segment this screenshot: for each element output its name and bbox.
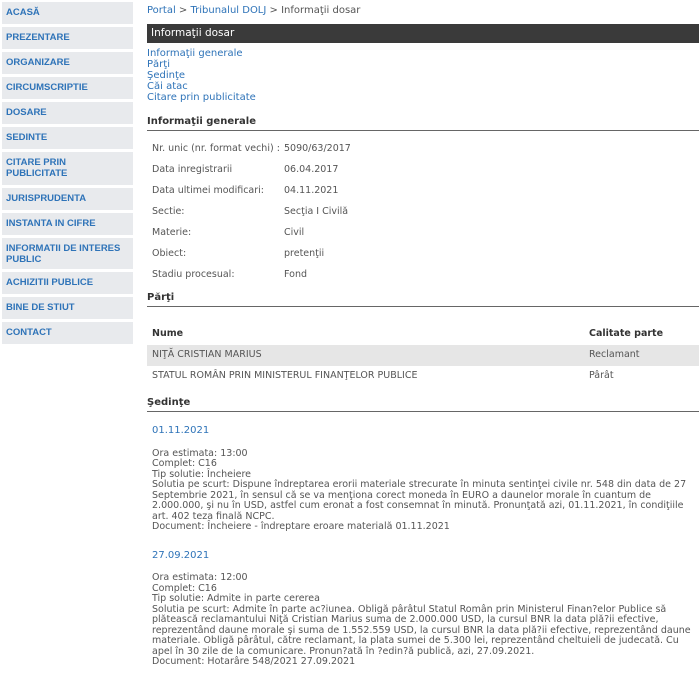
info-row: Materie: Civil <box>147 227 699 248</box>
parti-table: Nume Calitate parte NIŢĂ CRISTIAN MARIUS… <box>147 317 699 387</box>
breadcrumb-current: Informaţii dosar <box>281 5 361 16</box>
info-value: Secţia I Civilă <box>284 206 349 217</box>
info-key: Stadiu procesual: <box>152 269 235 280</box>
nav-informatii-interes-public[interactable]: INFORMATII DE INTERES PUBLIC <box>2 238 133 269</box>
info-key: Data inregistrarii <box>152 164 233 175</box>
nav-dosare[interactable]: DOSARE <box>2 102 133 124</box>
info-row: Stadiu procesual: Fond <box>147 269 699 290</box>
info-value: 04.11.2021 <box>284 185 339 196</box>
col-header-nume: Nume <box>152 328 184 339</box>
info-key: Nr. unic (nr. format vechi) : <box>152 143 280 154</box>
col-header-calitate: Calitate parte <box>589 328 664 339</box>
info-row: Sectie: Secţia I Civilă <box>147 206 699 227</box>
nav-citare[interactable]: CITARE PRIN PUBLICITATE <box>2 152 133 185</box>
sedinta-entry: 01.11.2021 Ora estimata: 13:00 Complet: … <box>147 425 699 533</box>
info-row: Obiect: pretenţii <box>147 248 699 269</box>
sedinta-solutie: Solutia pe scurt: Dispune îndreptarea er… <box>152 479 687 522</box>
link-sedinte[interactable]: Şedinţe <box>147 70 699 81</box>
page-title: Informaţii dosar <box>147 24 699 43</box>
info-key: Materie: <box>152 227 192 238</box>
sedinta-entry: 27.09.2021 Ora estimata: 12:00 Complet: … <box>147 549 699 668</box>
info-value: Civil <box>284 227 305 238</box>
party-role: Reclamant <box>584 345 699 366</box>
party-role: Pârât <box>589 370 614 381</box>
nav-jurisprudenta[interactable]: JURISPRUDENTA <box>2 188 133 210</box>
nav-achizitii-publice[interactable]: ACHIZITII PUBLICE <box>2 272 133 294</box>
sedinta-ora: Ora estimata: 13:00 <box>152 447 248 459</box>
link-informatii-generale[interactable]: Informaţii generale <box>147 48 699 59</box>
general-info-list: Nr. unic (nr. format vechi) : 5090/63/201… <box>147 143 699 290</box>
party-name: STATUL ROMÂN PRIN MINISTERUL FINANŢELOR … <box>152 370 418 381</box>
party-name: NIŢĂ CRISTIAN MARIUS <box>147 345 584 366</box>
info-value: pretenţii <box>284 248 325 259</box>
info-key: Data ultimei modificari: <box>152 185 264 196</box>
info-value: 06.04.2017 <box>284 164 339 175</box>
info-value: Fond <box>284 269 307 280</box>
sedinta-ora: Ora estimata: 12:00 <box>152 572 248 583</box>
link-cai-atac[interactable]: Căi atac <box>147 81 699 92</box>
table-row: STATUL ROMÂN PRIN MINISTERUL FINANŢELOR … <box>147 366 699 387</box>
breadcrumb-separator: > <box>266 5 282 16</box>
info-row: Data ultimei modificari: 04.11.2021 <box>147 185 699 206</box>
table-row: NIŢĂ CRISTIAN MARIUS Reclamant <box>147 345 699 366</box>
general-heading: Informaţii generale <box>147 116 699 131</box>
section-links: Informaţii generale Părţi Şedinţe Căi at… <box>147 48 699 103</box>
breadcrumb: Portal > Tribunalul DOLJ > Informaţii do… <box>147 0 699 23</box>
info-row: Data inregistrarii 06.04.2017 <box>147 164 699 185</box>
breadcrumb-separator: > <box>175 5 191 16</box>
nav-organizare[interactable]: ORGANIZARE <box>2 52 133 74</box>
sedinta-date: 01.11.2021 <box>152 425 210 436</box>
breadcrumb-portal[interactable]: Portal <box>147 5 176 16</box>
nav-acasa[interactable]: ACASĂ <box>2 2 133 24</box>
sedinte-heading: Şedinţe <box>147 397 699 412</box>
info-key: Obiect: <box>152 248 187 259</box>
sedinta-solutie: Solutia pe scurt: Admite în parte ac?iun… <box>152 603 691 657</box>
parti-heading: Părţi <box>147 292 699 307</box>
sedinta-date: 27.09.2021 <box>152 549 210 561</box>
nav-instanta-in-cifre[interactable]: INSTANTA IN CIFRE <box>2 213 133 235</box>
nav-sedinte[interactable]: SEDINTE <box>2 127 133 149</box>
link-citare-publicitate[interactable]: Citare prin publicitate <box>147 92 699 103</box>
nav-contact[interactable]: CONTACT <box>2 322 133 344</box>
main-content: Portal > Tribunalul DOLJ > Informaţii do… <box>147 0 699 668</box>
sedinta-complet: Complet: C16 <box>152 458 217 469</box>
nav-bine-de-stiut[interactable]: BINE DE STIUT <box>2 297 133 319</box>
sedinta-document: Document: Încheiere - îndreptare eroare … <box>152 521 450 532</box>
table-header-row: Nume Calitate parte <box>147 317 699 345</box>
breadcrumb-tribunal[interactable]: Tribunalul DOLJ <box>190 5 266 16</box>
info-row: Nr. unic (nr. format vechi) : 5090/63/201… <box>147 143 699 164</box>
sedinta-document: Document: Hotarâre 548/2021 27.09.2021 <box>152 656 356 667</box>
sidebar-nav: ACASĂ PREZENTARE ORGANIZARE CIRCUMSCRIPT… <box>0 0 134 347</box>
info-value: 5090/63/2017 <box>284 143 351 154</box>
sedinta-tip-solutie: Tip solutie: Admite in parte cererea <box>152 593 320 604</box>
nav-circumscriptie[interactable]: CIRCUMSCRIPTIE <box>2 77 133 99</box>
info-key: Sectie: <box>152 206 185 217</box>
nav-prezentare[interactable]: PREZENTARE <box>2 27 133 49</box>
link-parti[interactable]: Părţi <box>147 59 699 70</box>
